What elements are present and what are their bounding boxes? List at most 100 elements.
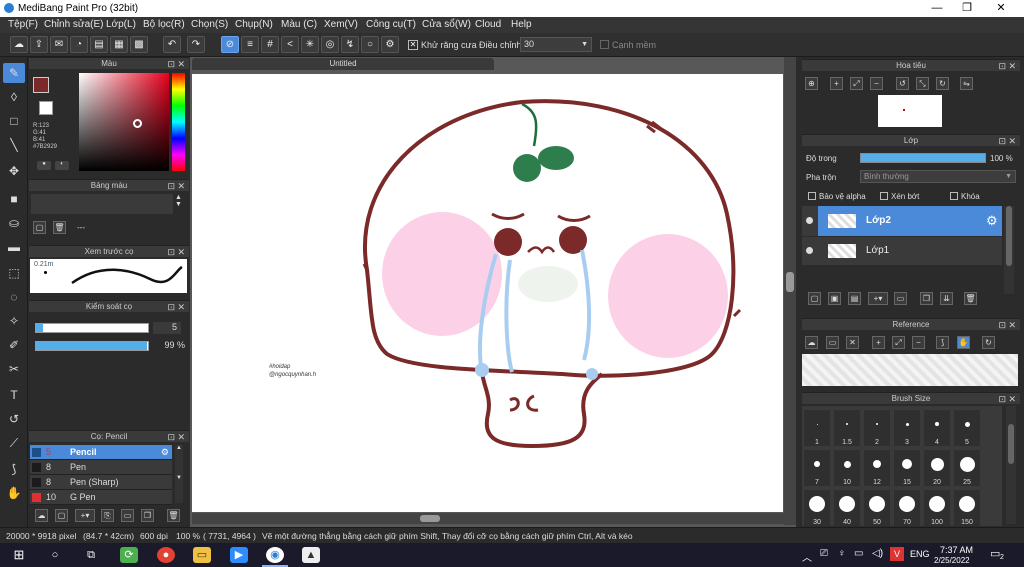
circle-snap-icon[interactable]: ◎ <box>321 36 339 53</box>
minimize-button[interactable]: — <box>920 0 954 17</box>
lock-checkbox[interactable] <box>950 192 958 200</box>
clock-time[interactable]: 7:37 AM <box>940 545 973 555</box>
brush-size-cell[interactable]: 15 <box>894 450 920 486</box>
language-indicator[interactable]: ENG <box>910 549 930 559</box>
task-view-icon[interactable]: ⧉ <box>82 547 100 563</box>
reference-fit-icon[interactable]: ⤢ <box>892 336 905 349</box>
zoom-app-icon[interactable]: ▶ <box>230 547 248 563</box>
bucket-tool-icon[interactable]: ⛀ <box>3 213 25 233</box>
zoom-out-icon[interactable]: − <box>870 77 883 90</box>
gear-icon[interactable]: ⚙ <box>986 213 998 229</box>
chevron-up-icon[interactable]: ︿ <box>802 549 812 564</box>
actual-size-icon[interactable]: ⤡ <box>916 77 929 90</box>
reference-close-icon[interactable]: ✕ <box>846 336 859 349</box>
brush-cloud-icon[interactable]: ☁ <box>35 509 48 522</box>
close-icon[interactable]: ✕ <box>177 301 185 313</box>
antialias-checkbox[interactable]: ✕ <box>408 40 418 50</box>
brush-size-cell[interactable]: 7 <box>804 450 830 486</box>
brush-list-item[interactable]: 8 Pen (Sharp) <box>30 475 172 490</box>
search-icon[interactable]: ○ <box>46 547 64 563</box>
brush-size-cell[interactable]: 4 <box>924 410 950 446</box>
select-eraser-tool-icon[interactable]: ✂ <box>3 359 25 379</box>
menu-capture[interactable]: Chụp(N) <box>235 19 273 30</box>
hscroll-thumb[interactable] <box>420 515 440 522</box>
palette-area[interactable] <box>31 194 173 214</box>
picker-handle[interactable] <box>133 119 142 128</box>
brush-folder-icon[interactable]: ▭ <box>121 509 134 522</box>
radial-snap-icon[interactable]: ✳ <box>301 36 319 53</box>
brush-size-cell[interactable]: 3 <box>894 410 920 446</box>
close-button[interactable]: ✕ <box>984 0 1018 17</box>
protect-alpha-checkbox[interactable] <box>808 192 816 200</box>
grid-icon[interactable]: ▦ <box>110 36 128 53</box>
parallel-snap-icon[interactable]: ≡ <box>241 36 259 53</box>
hue-slider[interactable] <box>172 73 185 171</box>
brush-new-icon[interactable]: ▢ <box>55 509 68 522</box>
brush-list-item[interactable]: 5 Pencil ⚙ <box>30 445 172 460</box>
grid-snap-icon[interactable]: # <box>261 36 279 53</box>
redo-icon[interactable]: ↷ <box>187 36 205 53</box>
brush-list-item[interactable]: 10 G Pen <box>30 490 172 505</box>
menu-select[interactable]: Chọn(S) <box>191 19 228 30</box>
close-icon[interactable]: ✕ <box>1008 393 1016 405</box>
close-icon[interactable]: ✕ <box>177 180 185 192</box>
hand-tool-icon[interactable]: ✋ <box>3 483 25 503</box>
menu-edit[interactable]: Chỉnh sửa(E) <box>44 19 104 30</box>
brush-size-cell[interactable]: 20 <box>924 450 950 486</box>
edge-checkbox[interactable] <box>600 40 609 49</box>
new-palette-icon[interactable]: ▢ <box>33 221 46 234</box>
merge-layer-icon[interactable]: ⇊ <box>940 292 953 305</box>
brush-size-cell[interactable]: 50 <box>864 490 890 526</box>
eye-icon[interactable] <box>806 217 813 224</box>
delete-layer-icon[interactable]: 🗑 <box>964 292 977 305</box>
blend-select[interactable]: Bình thường ▼ <box>860 170 1016 183</box>
brush-copy-icon[interactable]: ⎘ <box>101 509 114 522</box>
app-icon[interactable]: ⟳ <box>120 547 138 563</box>
reference-open-icon[interactable]: ▭ <box>826 336 839 349</box>
medibang-icon[interactable]: ◉ <box>266 547 284 563</box>
brush-size-cell[interactable]: 100 <box>924 490 950 526</box>
layer-row-1[interactable]: Lớp1 <box>802 237 1002 265</box>
file-explorer-icon[interactable]: ▭ <box>193 547 211 563</box>
eyedropper-tool-icon[interactable]: ⟆ <box>3 459 25 479</box>
perspective-snap-icon[interactable]: < <box>281 36 299 53</box>
brush-opacity-slider[interactable] <box>35 341 149 351</box>
menu-window[interactable]: Cửa sổ(W) <box>422 19 471 30</box>
network-icon[interactable]: ▭ <box>854 548 863 559</box>
vietkey-icon[interactable]: V <box>890 547 904 561</box>
rect-tool-icon[interactable]: □ <box>3 111 25 131</box>
folder-icon[interactable]: ▭ <box>894 292 907 305</box>
close-icon[interactable]: ✕ <box>177 431 185 443</box>
adjust-select[interactable]: 30 ▼ <box>520 37 592 52</box>
select-pen-tool-icon[interactable]: ✐ <box>3 335 25 355</box>
snap-off-icon[interactable]: ⊘ <box>221 36 239 53</box>
page-icon[interactable]: ▤ <box>90 36 108 53</box>
new-layer-icon[interactable]: ▢ <box>808 292 821 305</box>
maximize-button[interactable]: ❐ <box>950 0 984 17</box>
menu-cloud[interactable]: Cloud <box>475 19 501 30</box>
bubble-icon[interactable]: ◔ <box>70 36 88 53</box>
lasso-tool-icon[interactable]: ◌ <box>3 287 25 307</box>
magic-wand-tool-icon[interactable]: ✧ <box>3 311 25 331</box>
rotate-left-icon[interactable]: ↺ <box>896 77 909 90</box>
camera-icon[interactable]: ⎚ <box>820 548 828 559</box>
main-color-swatch[interactable] <box>33 77 49 93</box>
menu-color[interactable]: Màu (C) <box>281 19 317 30</box>
menu-file[interactable]: Tệp(F) <box>8 19 38 30</box>
layer-row-2[interactable]: Lớp2 ⚙ <box>802 206 1002 236</box>
brush-size-cell[interactable]: 70 <box>894 490 920 526</box>
delete-palette-icon[interactable]: 🗑 <box>53 221 66 234</box>
drawing-paper[interactable]: #hoidap @ngocquynhan.h <box>192 74 783 512</box>
reference-area[interactable] <box>802 354 1018 386</box>
zoom-icon[interactable]: ⊕ <box>805 77 818 90</box>
fit-icon[interactable]: ⤢ <box>850 77 863 90</box>
reference-eyedropper-icon[interactable]: ⟆ <box>936 336 949 349</box>
close-icon[interactable]: ✕ <box>1008 60 1016 72</box>
layer-scrollbar[interactable] <box>1004 206 1014 294</box>
brush-size-cell[interactable]: 40 <box>834 490 860 526</box>
scroll-thumb[interactable] <box>1006 206 1012 266</box>
canvas-hscroll[interactable] <box>192 513 784 524</box>
ellipse-snap-icon[interactable]: ○ <box>361 36 379 53</box>
color-swap-icon[interactable]: ◐ <box>55 161 69 170</box>
mic-icon[interactable]: ♀ <box>838 548 846 559</box>
